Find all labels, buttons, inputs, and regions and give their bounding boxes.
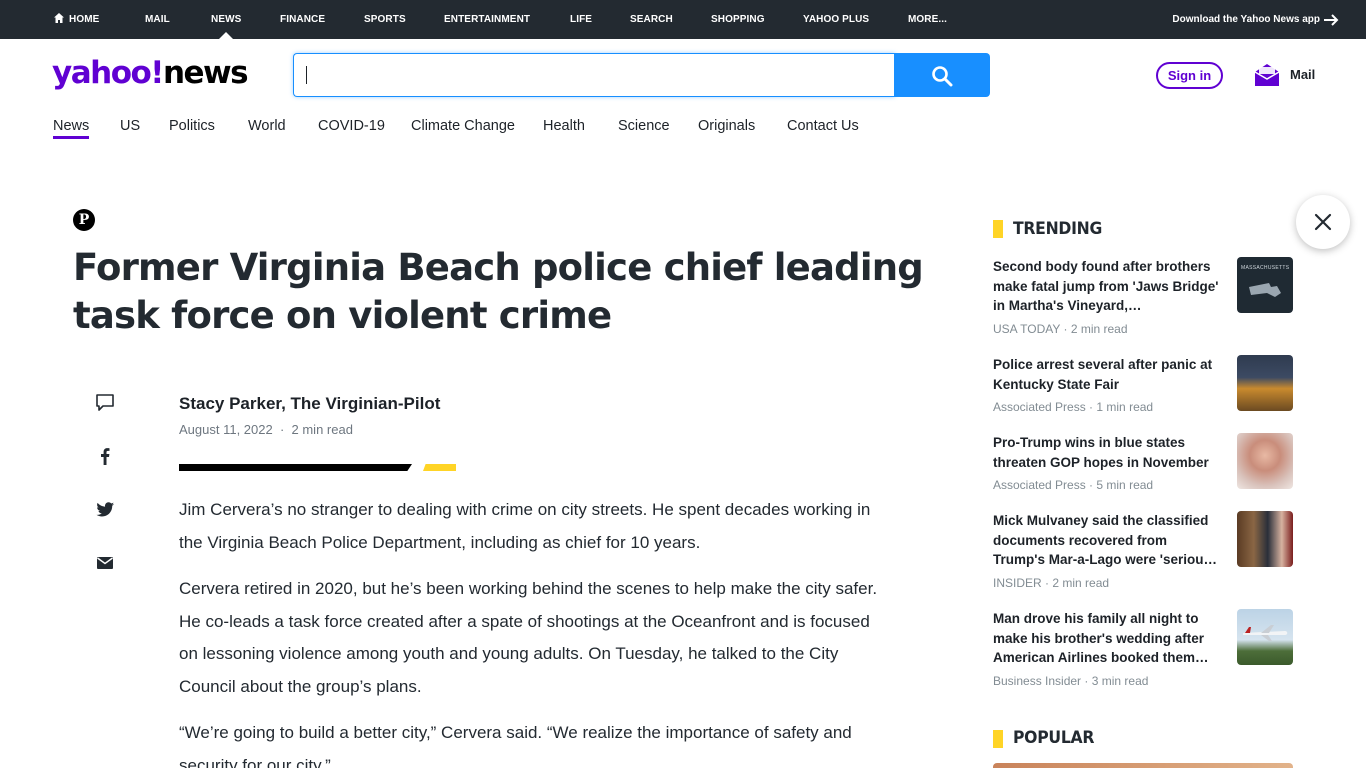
article-read-time: 2 min read (291, 422, 353, 437)
trending-item-source: Associated Press (993, 400, 1086, 414)
subnav-originals[interactable]: Originals (698, 118, 755, 134)
search-icon (932, 66, 953, 87)
email-icon[interactable] (94, 552, 116, 574)
top-nav-sports[interactable]: SPORTS (364, 0, 406, 39)
publisher-logo[interactable]: P (73, 209, 95, 231)
trending-item-read: 2 min read (1070, 322, 1128, 336)
yahoo-news-logo[interactable]: yahoo!news (52, 55, 249, 95)
article-date: August 11, 2022 (179, 422, 273, 437)
top-nav-home[interactable]: HOME (53, 0, 99, 39)
article-headline: Former Virginia Beach police chief leadi… (73, 246, 924, 337)
divider-yellow (423, 464, 456, 471)
airplane-icon (1243, 625, 1288, 641)
top-nav-shopping[interactable]: SHOPPING (711, 0, 765, 39)
popular-heading: POPULAR (1013, 728, 1095, 748)
article-paragraph: Cervera retired in 2020, but he’s been w… (179, 579, 878, 696)
logo-yahoo: yahoo! (52, 55, 164, 91)
trending-accent-bar (993, 220, 1003, 238)
trending-item-title[interactable]: Man drove his family all night to make h… (993, 609, 1221, 668)
top-nav-entertainment[interactable]: ENTERTAINMENT (444, 0, 530, 39)
trending-heading: TRENDING (1013, 219, 1103, 239)
popular-accent-bar (993, 730, 1003, 748)
top-nav-finance[interactable]: FINANCE (280, 0, 325, 39)
article-author[interactable]: Stacy Parker, The Virginian-Pilot (179, 394, 440, 414)
article-paragraph: “We’re going to build a better city,” Ce… (179, 723, 852, 768)
top-nav-search[interactable]: SEARCH (630, 0, 673, 39)
trending-item-title[interactable]: Mick Mulvaney said the classified docume… (993, 511, 1221, 570)
subnav-contact-us[interactable]: Contact Us (787, 118, 859, 134)
twitter-icon[interactable] (94, 498, 116, 520)
close-button[interactable] (1296, 195, 1350, 249)
divider-black (179, 464, 412, 471)
top-nav-mail[interactable]: MAIL (145, 0, 170, 39)
trending-item-source: Business Insider (993, 674, 1082, 688)
subnav-news[interactable]: News (53, 118, 90, 139)
trending-item-read: 2 min read (1052, 576, 1110, 590)
sign-in-button[interactable]: Sign in (1156, 62, 1223, 89)
mail-link[interactable]: Mail (1290, 67, 1315, 82)
trending-thumbnail[interactable] (1237, 355, 1293, 411)
trending-item-read: 5 min read (1096, 478, 1154, 492)
trending-item-read: 3 min read (1091, 674, 1149, 688)
popular-thumbnail[interactable] (993, 763, 1293, 768)
top-nav-news[interactable]: NEWS (211, 0, 241, 39)
article-meta: August 11, 2022 · 2 min read (179, 422, 353, 437)
trending-item-title[interactable]: Pro-Trump wins in blue states threaten G… (993, 433, 1221, 473)
facebook-icon[interactable] (94, 445, 116, 467)
subnav-covid-19[interactable]: COVID-19 (318, 118, 385, 134)
trending-item-meta: Associated Press · 5 min read (993, 478, 1154, 492)
trending-thumbnail[interactable] (1237, 433, 1293, 489)
trending-item-read: 1 min read (1096, 400, 1154, 414)
subnav-climate-change[interactable]: Climate Change (411, 118, 515, 134)
mail-icon[interactable] (1254, 62, 1280, 88)
search-button[interactable] (894, 53, 990, 97)
trending-item-title[interactable]: Second body found after brothers make fa… (993, 257, 1221, 316)
trending-thumbnail[interactable] (1237, 609, 1293, 665)
search-input[interactable] (294, 54, 895, 96)
subnav-world[interactable]: World (248, 118, 286, 134)
logo-news: news (162, 55, 249, 91)
top-nav-more[interactable]: MORE... (908, 0, 947, 39)
thumbnail-caption: MASSACHUSETTS (1241, 265, 1290, 271)
top-nav-yahoo-plus[interactable]: YAHOO PLUS (803, 0, 869, 39)
subnav-health[interactable]: Health (543, 118, 585, 134)
map-shape-icon (1249, 283, 1281, 297)
article-paragraph: Jim Cervera’s no stranger to dealing wit… (179, 500, 871, 552)
trending-thumbnail[interactable]: MASSACHUSETTS (1237, 257, 1293, 313)
arrow-right-icon[interactable] (1322, 11, 1340, 29)
subnav-us[interactable]: US (120, 118, 140, 134)
download-app-link[interactable]: Download the Yahoo News app (1172, 0, 1320, 39)
trending-thumbnail[interactable] (1237, 511, 1293, 567)
trending-item-meta: USA TODAY · 2 min read (993, 322, 1128, 336)
comment-icon[interactable] (94, 392, 116, 414)
home-icon (54, 13, 64, 23)
text-caret (306, 66, 307, 84)
trending-item-meta: Business Insider · 3 min read (993, 674, 1149, 688)
top-nav-life[interactable]: LIFE (570, 0, 592, 39)
subnav-politics[interactable]: Politics (169, 118, 215, 134)
trending-item-title[interactable]: Police arrest several after panic at Ken… (993, 355, 1221, 395)
trending-item-source: INSIDER (993, 576, 1042, 590)
top-nav-bar: HOME MAIL NEWS FINANCE SPORTS ENTERTAINM… (0, 0, 1366, 39)
meta-separator: · (272, 422, 292, 437)
trending-item-meta: Associated Press · 1 min read (993, 400, 1154, 414)
trending-item-source: Associated Press (993, 478, 1086, 492)
trending-item-source: USA TODAY (993, 322, 1061, 336)
close-icon (1314, 213, 1332, 231)
subnav-science[interactable]: Science (618, 118, 670, 134)
trending-item-meta: INSIDER · 2 min read (993, 576, 1110, 590)
search-box[interactable] (293, 53, 895, 97)
